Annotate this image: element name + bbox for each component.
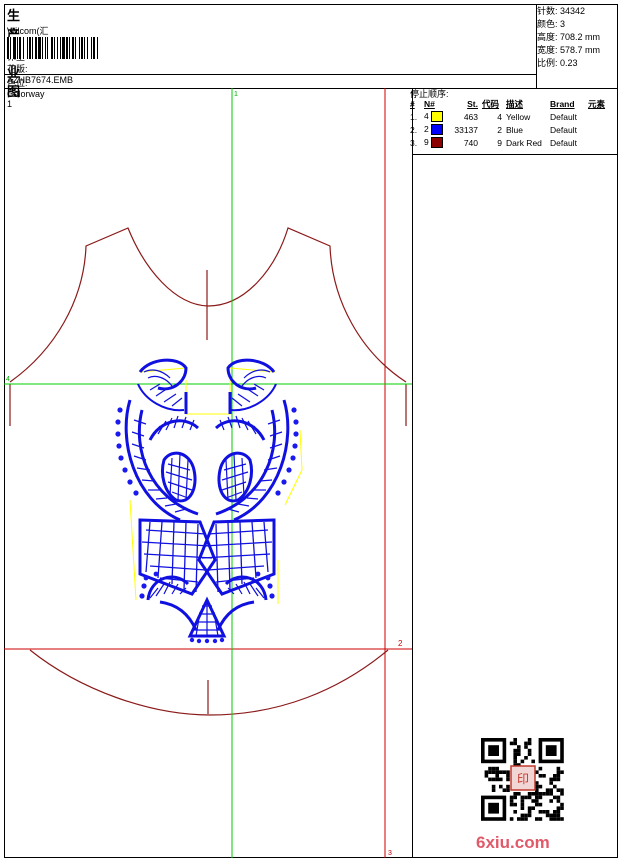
seal-text: 印 bbox=[517, 772, 529, 786]
design-canvas: 1 2 3 4 印 6xiu.com bbox=[4, 88, 564, 858]
marker-top: 1 bbox=[234, 91, 238, 98]
seal-stamp: 印 bbox=[510, 765, 536, 791]
embroidery-motif bbox=[115, 358, 301, 644]
watermark-text: 6xiu.com bbox=[476, 833, 550, 852]
marker-right: 2 bbox=[398, 639, 403, 648]
motif-right-half bbox=[197, 358, 301, 632]
hem-curve bbox=[29, 649, 389, 716]
neck-armhole-curve bbox=[9, 227, 407, 383]
motif-left-half bbox=[115, 358, 217, 631]
marker-left: 4 bbox=[6, 376, 10, 383]
marker-bottom: 3 bbox=[388, 850, 392, 857]
